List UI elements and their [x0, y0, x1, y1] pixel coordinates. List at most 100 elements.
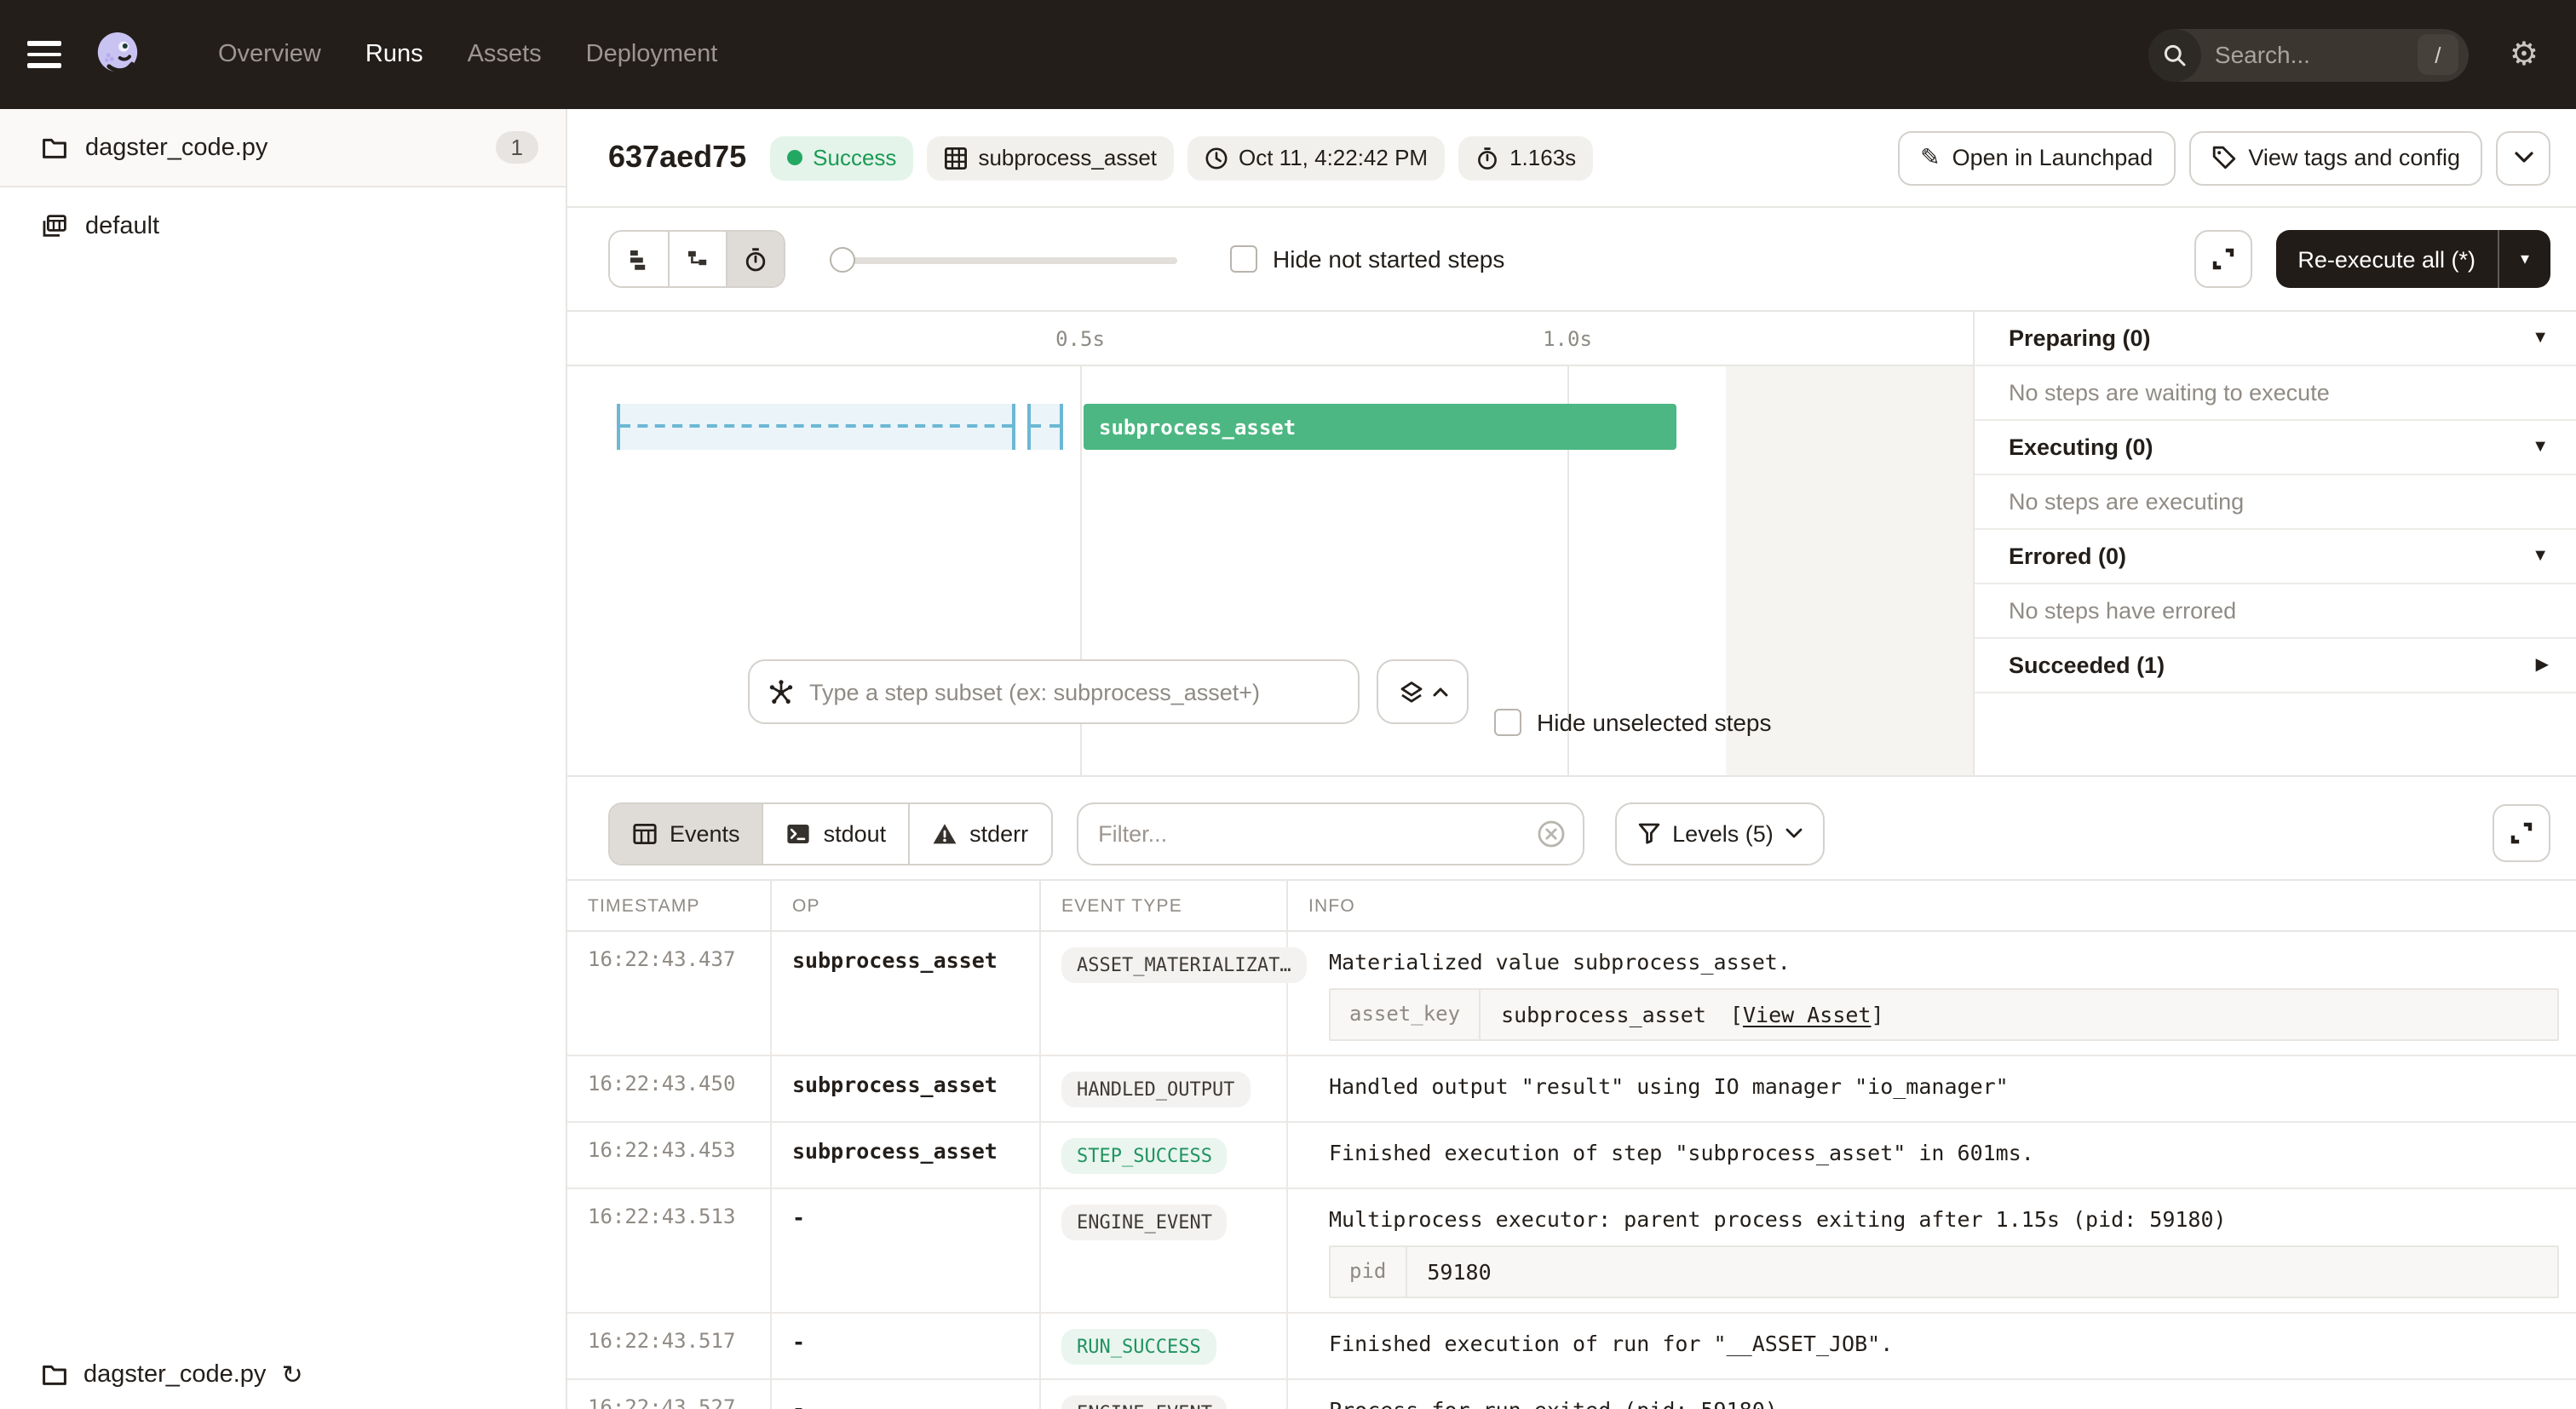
hide-not-started-checkbox[interactable]: Hide not started steps [1230, 245, 1504, 273]
gantt-step-bar[interactable]: subprocess_asset [1084, 404, 1676, 450]
search-input[interactable] [2201, 41, 2418, 68]
status-section-title[interactable]: Preparing (0)▼ [1975, 312, 2576, 366]
search-icon [2148, 28, 2201, 81]
asset-tag[interactable]: subprocess_asset [927, 135, 1174, 180]
chevron-down-icon [2514, 152, 2533, 164]
levels-filter-button[interactable]: Levels (5) [1614, 802, 1825, 865]
global-search[interactable]: / [2148, 28, 2469, 81]
event-op: - [772, 1314, 1041, 1378]
event-type-badge: ENGINE_EVENT [1061, 1205, 1228, 1240]
event-type-cell: ASSET_MATERIALIZAT… [1041, 932, 1288, 1055]
nav-link-assets[interactable]: Assets [468, 41, 542, 68]
event-op: subprocess_asset [772, 932, 1041, 1055]
reexecute-dropdown-caret[interactable]: ▾ [2499, 230, 2550, 288]
status-section-title[interactable]: Succeeded (1)▶ [1975, 639, 2576, 693]
events-table: TIMESTAMPOPEVENT TYPEINFO 16:22:43.437su… [567, 879, 2576, 1409]
gantt-chart: subprocess_asset [567, 366, 1973, 775]
flat-view-icon [626, 246, 652, 272]
header-more-chevron-button[interactable] [2496, 130, 2550, 185]
stopwatch-icon [1475, 146, 1499, 170]
event-op: subprocess_asset [772, 1123, 1041, 1188]
status-section-label: Errored (0) [2009, 543, 2126, 569]
view-mode-waterfall-button[interactable] [668, 232, 726, 286]
event-type-badge: HANDLED_OUTPUT [1061, 1072, 1250, 1107]
event-row[interactable]: 16:22:43.527-ENGINE_EVENTProcess for run… [567, 1380, 2576, 1409]
view-mode-flat-button[interactable] [610, 232, 668, 286]
hide-unselected-checkbox[interactable]: Hide unselected steps [1494, 709, 1772, 736]
table-icon [632, 820, 658, 846]
clock-icon [1205, 146, 1228, 170]
metadata-key: asset_key [1331, 990, 1481, 1039]
left-sidebar: dagster_code.py 1 default dagster_code.p… [0, 109, 567, 1409]
event-timestamp: 16:22:43.527 [567, 1380, 772, 1409]
event-row[interactable]: 16:22:43.513-ENGINE_EVENTMultiprocess ex… [567, 1189, 2576, 1314]
event-type-cell: HANDLED_OUTPUT [1041, 1056, 1288, 1121]
nav-link-overview[interactable]: Overview [218, 41, 321, 68]
step-subset-field[interactable] [748, 659, 1360, 724]
sidebar-job-default[interactable]: default [0, 187, 566, 266]
log-filter-input[interactable] [1098, 820, 1536, 846]
job-name-label: default [85, 213, 159, 240]
tab-events[interactable]: Events [610, 803, 762, 863]
terminal-icon [786, 820, 812, 846]
event-timestamp: 16:22:43.453 [567, 1123, 772, 1188]
reload-icon[interactable]: ↻ [281, 1362, 302, 1388]
event-timestamp: 16:22:43.517 [567, 1314, 772, 1378]
funnel-icon [1636, 821, 1660, 845]
chevron-down-icon [1785, 828, 1803, 838]
hamburger-menu-icon[interactable] [27, 34, 68, 75]
start-time-tag: Oct 11, 4:22:42 PM [1187, 135, 1445, 180]
chevron-down-icon: ▼ [2532, 547, 2549, 566]
graph-query-toggle-button[interactable] [1377, 659, 1469, 724]
clear-filter-icon[interactable] [1536, 819, 1565, 848]
slider-thumb[interactable] [830, 246, 855, 272]
checkbox-icon[interactable] [1230, 245, 1257, 273]
event-info: Multiprocess executor: parent process ex… [1288, 1189, 2576, 1312]
column-header: TIMESTAMP [567, 881, 772, 930]
event-type-cell: STEP_SUCCESS [1041, 1123, 1288, 1188]
view-asset-link[interactable]: [View Asset] [1730, 1000, 1884, 1029]
event-type-cell: ENGINE_EVENT [1041, 1189, 1288, 1312]
event-type-badge: STEP_SUCCESS [1061, 1138, 1228, 1174]
nav-link-runs[interactable]: Runs [365, 41, 423, 68]
gantt-fullscreen-button[interactable] [2194, 230, 2251, 288]
status-section-title[interactable]: Errored (0) ▼ [1975, 530, 2576, 584]
open-in-launchpad-button[interactable]: ✎ Open in Launchpad [1898, 130, 2175, 185]
metadata-value: 59180 [1406, 1247, 1511, 1297]
view-tags-config-button[interactable]: View tags and config [2188, 130, 2482, 185]
event-op: subprocess_asset [772, 1056, 1041, 1121]
event-row[interactable]: 16:22:43.450subprocess_asset HANDLED_OUTP… [567, 1056, 2576, 1123]
status-section-title[interactable]: Executing (0)▼ [1975, 421, 2576, 475]
step-selector-graph-icon [767, 677, 796, 706]
gantt-zoom-slider[interactable] [830, 246, 1177, 272]
gantt-view-mode-group [608, 230, 785, 288]
dagster-logo-icon[interactable] [92, 29, 143, 80]
checkbox-icon[interactable] [1494, 709, 1521, 736]
chevron-down-icon: ▼ [2532, 438, 2549, 457]
reexecute-all-button[interactable]: Re-execute all (*) ▾ [2275, 230, 2550, 288]
status-badge: Success [770, 135, 913, 180]
log-filter-field[interactable] [1076, 802, 1584, 865]
tab-stderr[interactable]: stderr [908, 803, 1050, 863]
chevron-down-icon: ▼ [2532, 329, 2549, 348]
view-mode-timing-button[interactable] [726, 232, 784, 286]
settings-gear-icon[interactable]: ⚙ [2510, 38, 2539, 71]
event-timestamp: 16:22:43.450 [567, 1056, 772, 1121]
axis-tick: 0.5s [1055, 327, 1105, 351]
events-fullscreen-button[interactable] [2493, 804, 2550, 862]
event-info: Process for run exited (pid: 59180). [1288, 1380, 2576, 1409]
event-row[interactable]: 16:22:43.437subprocess_assetASSET_MATERI… [567, 932, 2576, 1056]
nav-link-deployment[interactable]: Deployment [586, 41, 718, 68]
sidebar-code-location[interactable]: dagster_code.py 1 [0, 109, 566, 187]
event-row[interactable]: 16:22:43.453subprocess_asset STEP_SUCCESS… [567, 1123, 2576, 1189]
slider-track[interactable] [830, 256, 1177, 263]
event-type-cell: RUN_SUCCESS [1041, 1314, 1288, 1378]
status-section-label: Succeeded (1) [2009, 653, 2165, 678]
event-timestamp: 16:22:43.437 [567, 932, 772, 1055]
tab-label: stderr [969, 820, 1028, 846]
step-subset-input[interactable] [809, 679, 1341, 704]
tab-stdout[interactable]: stdout [762, 803, 909, 863]
event-type-badge: ASSET_MATERIALIZAT… [1061, 947, 1307, 983]
event-info: Finished execution of run for "__ASSET_J… [1288, 1314, 2576, 1378]
event-row[interactable]: 16:22:43.517-RUN_SUCCESSFinished executi… [567, 1314, 2576, 1380]
